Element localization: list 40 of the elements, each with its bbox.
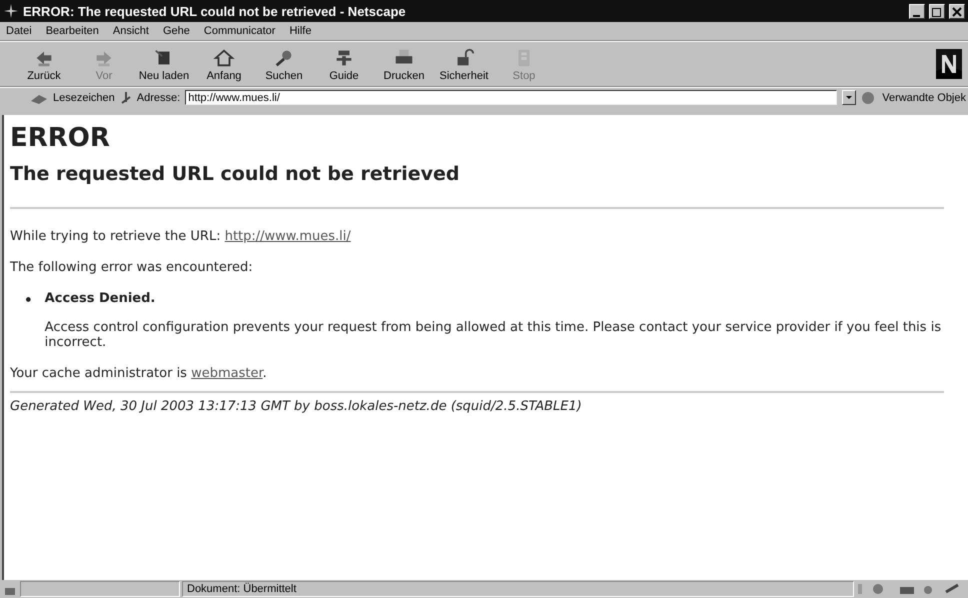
toolbar-button[interactable]: Drucken — [374, 46, 434, 82]
minimize-icon — [913, 14, 921, 18]
star-icon — [3, 3, 19, 19]
home-icon — [213, 46, 235, 68]
bullet-icon — [26, 297, 31, 302]
toolbar-button[interactable]: Suchen — [254, 46, 314, 82]
url-sentence: While trying to retrieve the URL: http://www.mues.li/ — [10, 229, 352, 244]
menu-item[interactable]: Gehe — [162, 25, 190, 37]
error-intro: The following error was encountered: — [10, 260, 254, 275]
url-link[interactable]: http://www.mues.li/ — [224, 229, 351, 244]
maximize-icon — [932, 6, 942, 18]
admin-sentence: Your cache administrator is webmaster. — [10, 366, 268, 381]
webmaster-link[interactable]: webmaster — [191, 366, 263, 381]
error-heading: ERROR — [10, 123, 111, 153]
minimize-button[interactable] — [909, 4, 925, 18]
toolbar-button[interactable]: Zurück — [14, 46, 74, 82]
status-text: Dokument: Übermittelt — [182, 581, 854, 597]
window-title: ERROR: The requested URL could not be retrieved - Netscape — [23, 4, 407, 18]
toolbar-button[interactable]: Sicherheit — [434, 46, 494, 82]
generated-footer: Generated Wed, 30 Jul 2003 13:17:13 GMT by boss.lokales-netz.de (squid/2.5.STABLE1) — [10, 391, 944, 414]
menu-item[interactable]: Datei — [6, 25, 32, 37]
logo-icon — [936, 49, 962, 79]
toolbar-button[interactable]: Guide — [314, 46, 374, 82]
error-description: Access control configuration prevents your request from being allowed at this time. Please contact your service provider if you feel this is incorrect. — [44, 320, 942, 350]
address-label: Adresse: — [136, 92, 180, 104]
toolbar-button[interactable]: Anfang — [194, 46, 254, 82]
bookmarks-button[interactable]: Lesezeichen — [53, 92, 115, 104]
menu-item[interactable]: Communicator — [204, 25, 276, 37]
menu-item[interactable]: Hilfe — [289, 25, 312, 37]
address-field[interactable]: http://www.mues.li/ — [185, 90, 838, 105]
maximize-button[interactable] — [929, 4, 945, 18]
menu-item[interactable]: Ansicht — [112, 25, 149, 37]
menu-item[interactable]: Bearbeiten — [46, 25, 99, 37]
error-subheading: The requested URL could not be retrieved — [10, 163, 460, 185]
dropdown-button[interactable] — [842, 90, 856, 105]
close-button[interactable] — [949, 4, 965, 18]
error-title: Access Denied. — [44, 291, 156, 306]
related-button[interactable]: Verwandte Objek — [882, 92, 966, 104]
close-icon — [952, 6, 962, 18]
toolbar-button[interactable]: Neu laden — [134, 46, 194, 82]
